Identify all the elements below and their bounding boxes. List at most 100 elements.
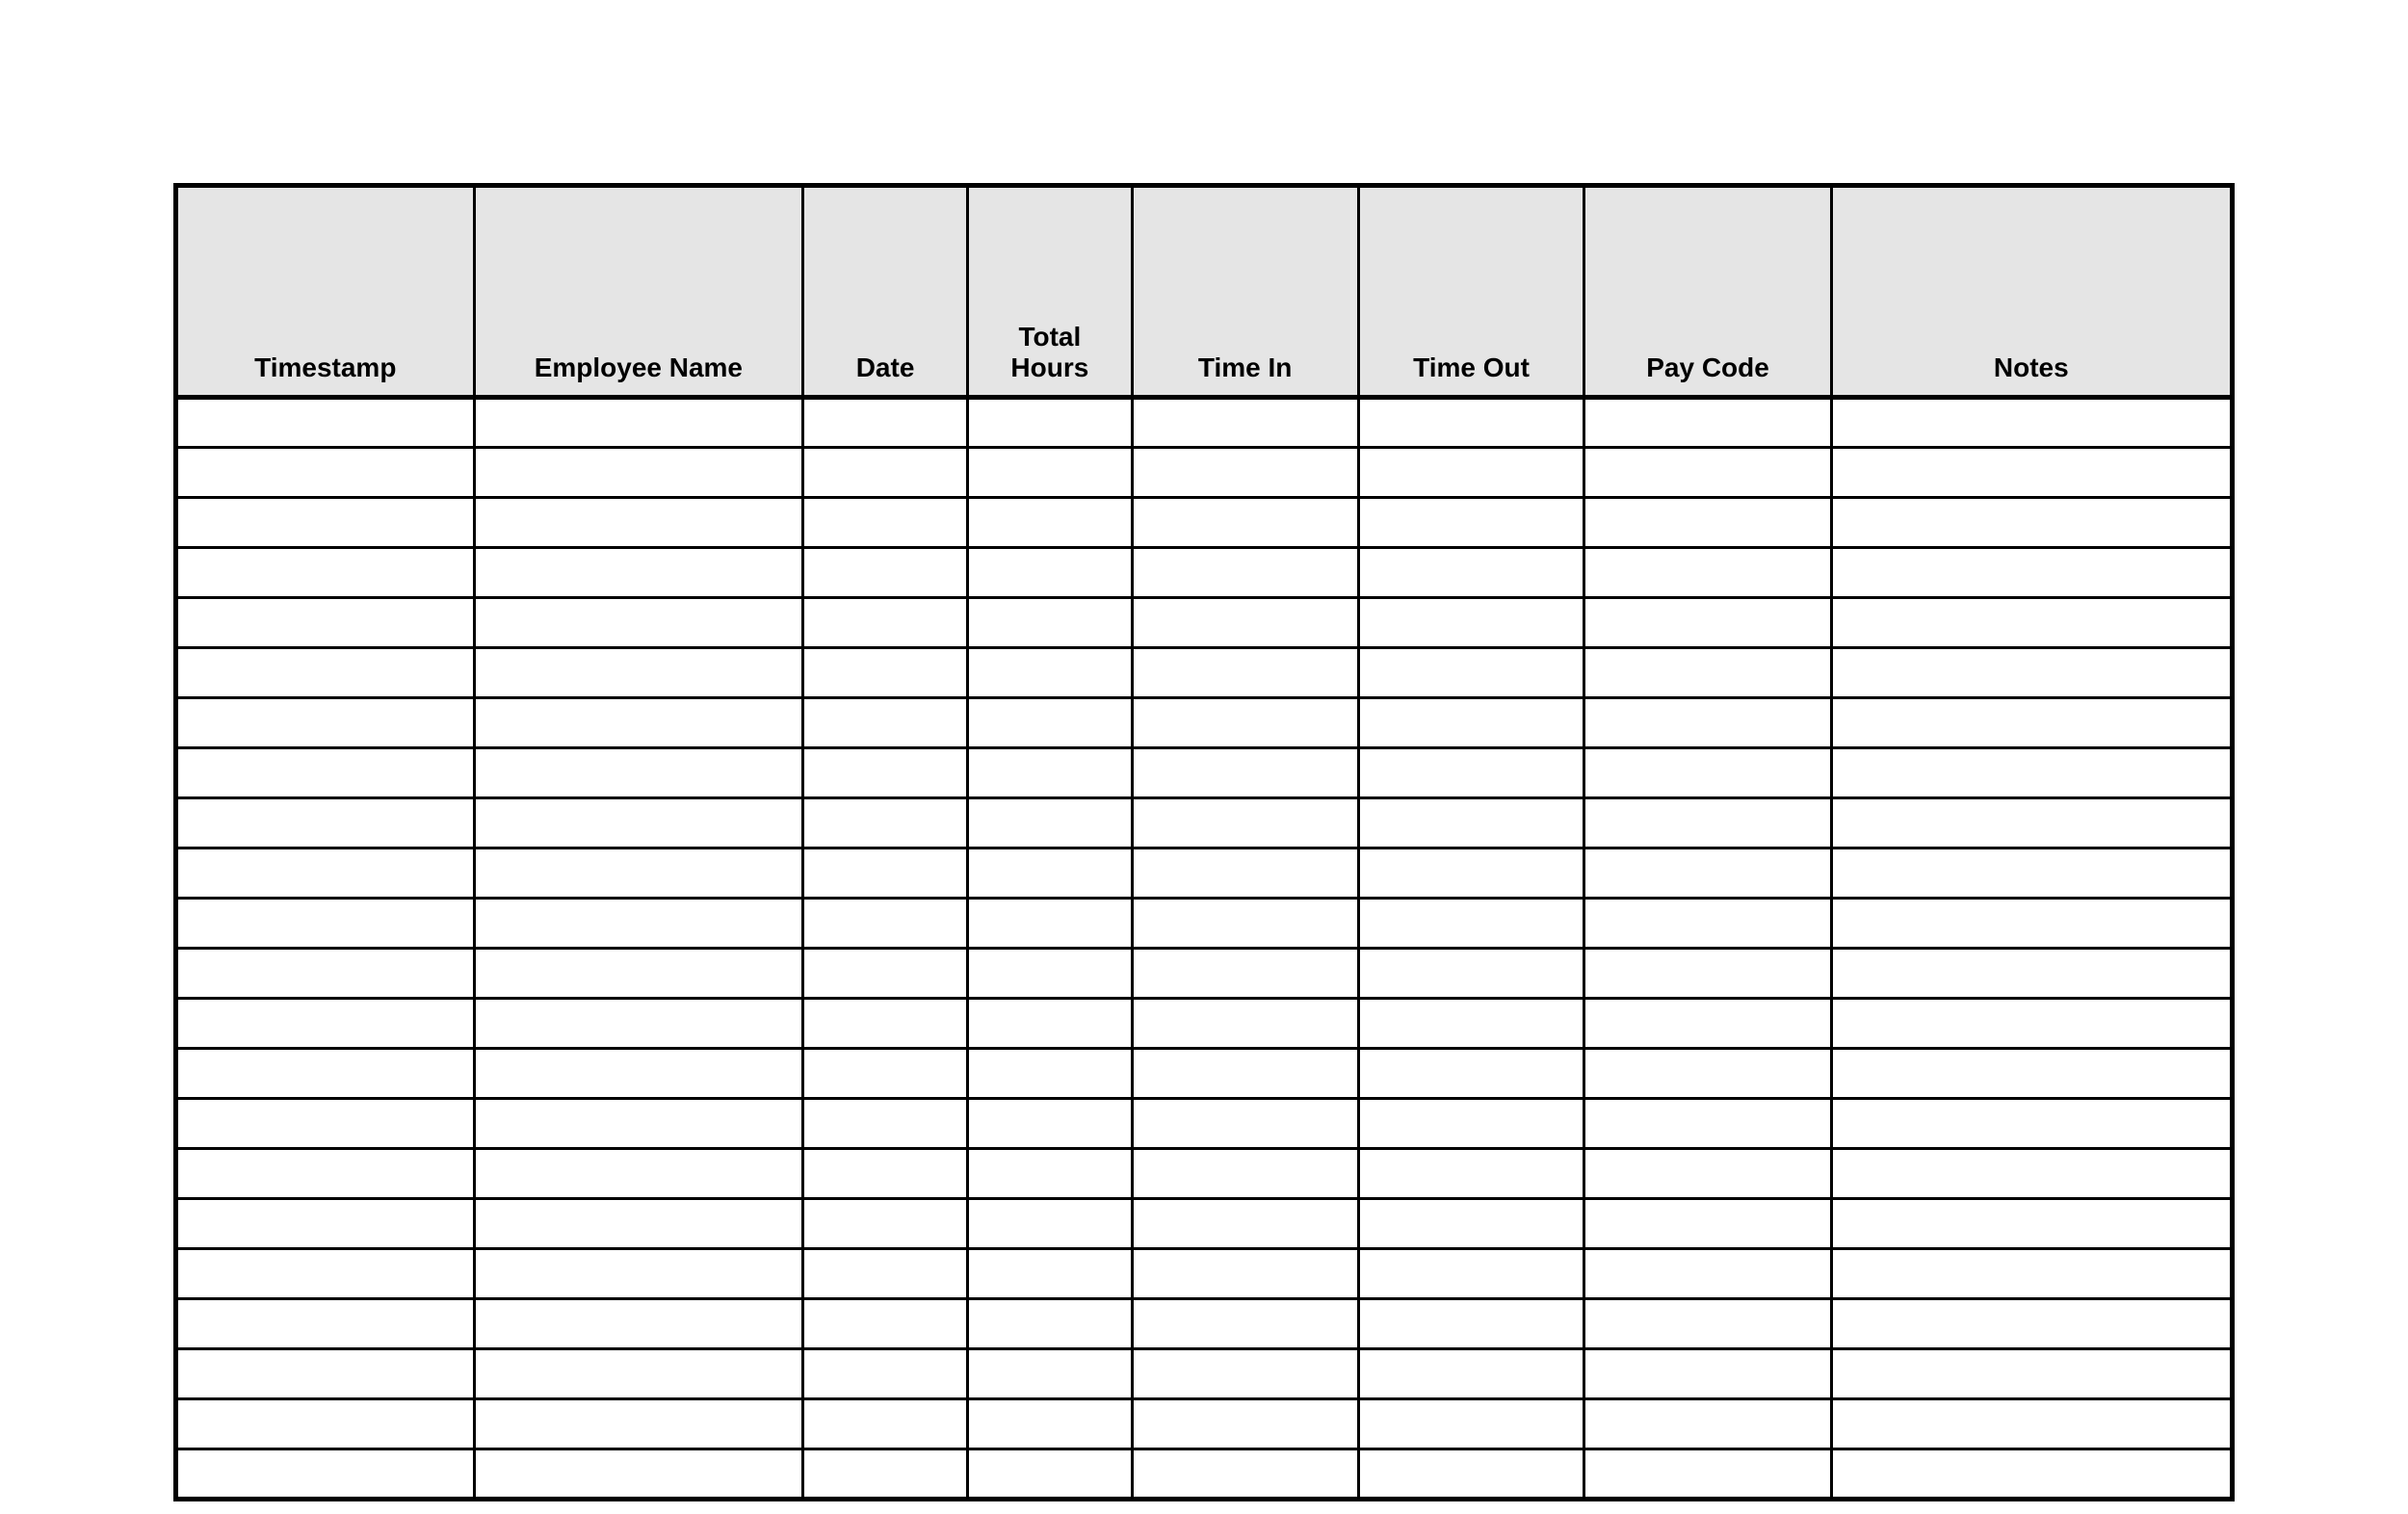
cell-employee	[474, 748, 803, 798]
table-row	[176, 1449, 2233, 1500]
cell-notes	[1831, 949, 2232, 999]
table-row	[176, 748, 2233, 798]
cell-total	[967, 949, 1132, 999]
cell-notes	[1831, 648, 2232, 698]
cell-total	[967, 1049, 1132, 1099]
cell-timestamp	[176, 1299, 475, 1349]
cell-timestamp	[176, 748, 475, 798]
table-row	[176, 448, 2233, 498]
cell-paycode	[1584, 899, 1831, 949]
cell-employee	[474, 798, 803, 848]
cell-employee	[474, 1199, 803, 1249]
cell-notes	[1831, 398, 2232, 448]
cell-timein	[1132, 448, 1358, 498]
cell-notes	[1831, 498, 2232, 548]
cell-date	[803, 698, 968, 748]
cell-employee	[474, 498, 803, 548]
cell-paycode	[1584, 748, 1831, 798]
cell-timein	[1132, 598, 1358, 648]
cell-timein	[1132, 798, 1358, 848]
cell-notes	[1831, 548, 2232, 598]
cell-timestamp	[176, 949, 475, 999]
cell-timeout	[1358, 598, 1584, 648]
table-row	[176, 1399, 2233, 1449]
cell-timestamp	[176, 448, 475, 498]
cell-total	[967, 798, 1132, 848]
cell-timein	[1132, 899, 1358, 949]
cell-paycode	[1584, 648, 1831, 698]
cell-total	[967, 398, 1132, 448]
column-header-timestamp: Timestamp	[176, 186, 475, 398]
cell-paycode	[1584, 598, 1831, 648]
column-header-time-in: Time In	[1132, 186, 1358, 398]
cell-paycode	[1584, 1399, 1831, 1449]
table-row	[176, 598, 2233, 648]
table-row	[176, 899, 2233, 949]
cell-timeout	[1358, 1349, 1584, 1399]
cell-timestamp	[176, 598, 475, 648]
cell-timestamp	[176, 999, 475, 1049]
cell-timeout	[1358, 1399, 1584, 1449]
cell-employee	[474, 698, 803, 748]
cell-date	[803, 848, 968, 899]
cell-employee	[474, 448, 803, 498]
cell-date	[803, 1049, 968, 1099]
table-row	[176, 1349, 2233, 1399]
cell-notes	[1831, 698, 2232, 748]
cell-timein	[1132, 848, 1358, 899]
cell-paycode	[1584, 398, 1831, 448]
cell-employee	[474, 1449, 803, 1500]
cell-paycode	[1584, 548, 1831, 598]
cell-paycode	[1584, 848, 1831, 899]
table-body	[176, 398, 2233, 1500]
cell-timein	[1132, 1349, 1358, 1399]
cell-notes	[1831, 1399, 2232, 1449]
table-row	[176, 949, 2233, 999]
cell-timestamp	[176, 1399, 475, 1449]
cell-paycode	[1584, 1349, 1831, 1399]
cell-notes	[1831, 999, 2232, 1049]
cell-timeout	[1358, 748, 1584, 798]
cell-timeout	[1358, 899, 1584, 949]
cell-date	[803, 548, 968, 598]
cell-paycode	[1584, 1049, 1831, 1099]
cell-notes	[1831, 1099, 2232, 1149]
cell-timeout	[1358, 798, 1584, 848]
table-row	[176, 1049, 2233, 1099]
cell-timeout	[1358, 949, 1584, 999]
cell-timein	[1132, 548, 1358, 598]
cell-timein	[1132, 999, 1358, 1049]
cell-date	[803, 899, 968, 949]
cell-date	[803, 498, 968, 548]
cell-total	[967, 899, 1132, 949]
cell-total	[967, 598, 1132, 648]
table-row	[176, 648, 2233, 698]
table-row	[176, 1149, 2233, 1199]
table-row	[176, 798, 2233, 848]
cell-timestamp	[176, 498, 475, 548]
cell-date	[803, 448, 968, 498]
cell-timestamp	[176, 648, 475, 698]
table-row	[176, 698, 2233, 748]
cell-timeout	[1358, 1049, 1584, 1099]
table-row	[176, 848, 2233, 899]
cell-notes	[1831, 899, 2232, 949]
cell-timein	[1132, 1099, 1358, 1149]
cell-employee	[474, 1349, 803, 1399]
cell-employee	[474, 398, 803, 448]
cell-employee	[474, 1299, 803, 1349]
cell-total	[967, 748, 1132, 798]
cell-date	[803, 1399, 968, 1449]
cell-paycode	[1584, 1099, 1831, 1149]
cell-timein	[1132, 1449, 1358, 1500]
column-header-time-out: Time Out	[1358, 186, 1584, 398]
cell-total	[967, 648, 1132, 698]
table-row	[176, 999, 2233, 1049]
cell-employee	[474, 999, 803, 1049]
cell-date	[803, 648, 968, 698]
cell-timeout	[1358, 448, 1584, 498]
cell-timestamp	[176, 1349, 475, 1399]
column-header-notes: Notes	[1831, 186, 2232, 398]
cell-notes	[1831, 598, 2232, 648]
cell-employee	[474, 1049, 803, 1099]
